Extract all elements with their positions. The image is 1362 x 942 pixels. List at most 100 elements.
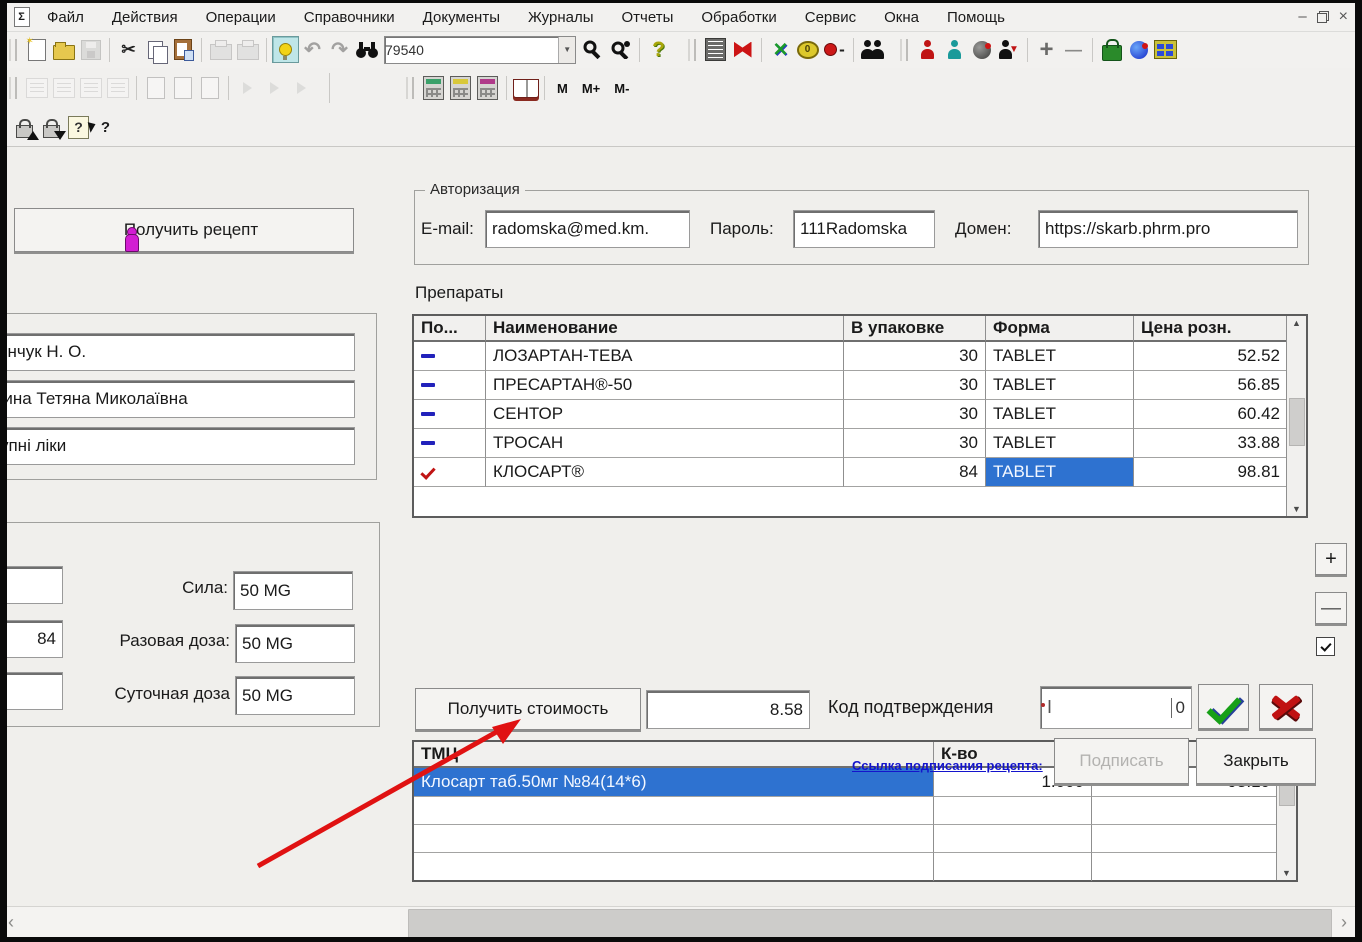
close-form-button[interactable]: Закрыть [1196, 738, 1316, 784]
scroll-thumb[interactable] [1289, 398, 1305, 446]
save-icon[interactable] [77, 36, 104, 63]
sign-recipe-link[interactable]: Ссылка подписания рецепта: [852, 758, 1043, 773]
get-recipe-button[interactable]: Получить рецепт [14, 208, 354, 252]
close-button[interactable]: × [1339, 8, 1348, 26]
table-icon[interactable] [702, 36, 729, 63]
document-icon-3[interactable] [196, 75, 223, 102]
horizontal-scrollbar[interactable]: ‹ › [0, 906, 1355, 938]
minimize-button[interactable]: – [1298, 8, 1306, 26]
program-field[interactable]: тупні ліки [0, 427, 355, 465]
people-icon[interactable] [859, 36, 886, 63]
memory-button[interactable]: M [550, 77, 575, 100]
drug-row-selected[interactable]: КЛОСАРТ® 84 TABLET 98.81 [414, 458, 1287, 487]
butterfly-icon[interactable] [729, 36, 756, 63]
book-icon[interactable] [512, 75, 539, 102]
paste-icon[interactable] [169, 36, 196, 63]
confirm-code-input[interactable]: I 0 [1040, 686, 1192, 729]
document-icon-1[interactable] [142, 75, 169, 102]
structure-icon-4[interactable] [104, 75, 131, 102]
single-dose-field[interactable]: 50 MG [235, 624, 355, 663]
col-pack[interactable]: В упаковке [844, 316, 986, 342]
menu-directories[interactable]: Справочники [302, 6, 397, 29]
red-dot-minus-icon[interactable]: - [821, 36, 848, 63]
context-help-icon[interactable]: ? [92, 114, 119, 141]
green-lock-icon[interactable] [1098, 36, 1125, 63]
cost-field[interactable]: 8.58 [646, 690, 810, 729]
memory-minus-button[interactable]: M- [607, 77, 636, 100]
menu-documents[interactable]: Документы [421, 6, 502, 29]
tmc-remove-button[interactable]: — [1315, 592, 1347, 624]
toolbar-grip[interactable] [9, 77, 17, 99]
open-folder-icon[interactable] [50, 36, 77, 63]
menu-windows[interactable]: Окна [882, 6, 921, 29]
print-preview-icon[interactable] [234, 36, 261, 63]
coin-icon[interactable]: 0 [794, 36, 821, 63]
help-icon[interactable]: ? [645, 36, 672, 63]
tmc-add-button[interactable]: + [1315, 543, 1347, 575]
new-document-icon[interactable]: ✶ [23, 36, 50, 63]
drug-row[interactable]: ТРОСАН 30 TABLET 33.88 [414, 429, 1287, 458]
run-step-icon[interactable] [261, 75, 288, 102]
find-icon[interactable] [353, 36, 380, 63]
scroll-up-icon[interactable]: ▲ [1292, 316, 1301, 330]
find-person-icon[interactable] [607, 36, 634, 63]
redo-icon[interactable]: ↷ [326, 36, 353, 63]
menu-reports[interactable]: Отчеты [620, 6, 676, 29]
scroll-right-icon[interactable]: › [1333, 907, 1355, 938]
confirm-cancel-button[interactable] [1259, 684, 1313, 729]
cut-icon[interactable]: ✂ [115, 36, 142, 63]
daily-dose-field[interactable]: 50 MG [235, 676, 355, 715]
menu-actions[interactable]: Действия [110, 6, 180, 29]
copy-icon[interactable] [142, 36, 169, 63]
calculator-search-icon[interactable] [474, 75, 501, 102]
structure-icon-3[interactable] [77, 75, 104, 102]
lamp-icon[interactable] [272, 36, 299, 63]
col-form[interactable]: Форма [986, 316, 1134, 342]
dose-aux-field-1[interactable] [0, 566, 63, 604]
search-input[interactable] [385, 42, 558, 58]
plus-icon[interactable]: + [1033, 36, 1060, 63]
blue-sphere-icon[interactable] [1125, 36, 1152, 63]
search-combobox[interactable]: ▼ [384, 36, 576, 64]
person-teal-icon[interactable] [941, 36, 968, 63]
structure-icon-2[interactable] [50, 75, 77, 102]
drug-row[interactable]: ЛОЗАРТАН-ТЕВА 30 TABLET 52.52 [414, 342, 1287, 371]
calculator-formula-icon[interactable] [447, 75, 474, 102]
password-field[interactable] [793, 210, 935, 248]
green-cross-icon[interactable]: × [767, 36, 794, 63]
strength-field[interactable]: 50 MG [233, 571, 353, 610]
unlock-icon[interactable] [11, 114, 38, 141]
menu-help[interactable]: Помощь [945, 6, 1007, 29]
scroll-thumb[interactable] [408, 909, 1332, 938]
lock-icon[interactable] [38, 114, 65, 141]
find-next-icon[interactable] [580, 36, 607, 63]
domain-field[interactable] [1038, 210, 1298, 248]
tmc-checkbox[interactable] [1316, 637, 1335, 656]
card-file-icon[interactable] [1152, 36, 1179, 63]
person-red-icon[interactable] [914, 36, 941, 63]
structure-icon-1[interactable] [23, 75, 50, 102]
globe-icon[interactable] [968, 36, 995, 63]
menu-journals[interactable]: Журналы [526, 6, 596, 29]
drug-row[interactable]: СЕНТОР 30 TABLET 60.42 [414, 400, 1287, 429]
menu-processing[interactable]: Обработки [699, 6, 778, 29]
patient-field[interactable]: жина Тетяна Миколаївна [0, 380, 355, 418]
dose-aux-field-2[interactable] [0, 672, 63, 710]
doctor-field[interactable]: мінчук Н. О. [0, 333, 355, 371]
restore-button[interactable] [1317, 11, 1329, 23]
toolbar-grip[interactable] [9, 39, 17, 61]
menu-service[interactable]: Сервис [803, 6, 858, 29]
run-doc-icon[interactable] [288, 75, 315, 102]
calculator-icon[interactable] [420, 75, 447, 102]
pack-count-field[interactable]: 84 [0, 620, 63, 658]
print-icon[interactable] [207, 36, 234, 63]
tmc-empty-row[interactable] [414, 797, 1277, 825]
run-icon[interactable] [234, 75, 261, 102]
col-name[interactable]: Наименование [486, 316, 844, 342]
col-mark[interactable]: По... [414, 316, 486, 342]
sign-button[interactable]: Подписать [1054, 738, 1189, 784]
col-price[interactable]: Цена розн. [1134, 316, 1287, 342]
minus-icon[interactable]: — [1060, 36, 1087, 63]
menu-operations[interactable]: Операции [204, 6, 278, 29]
tmc-empty-row[interactable] [414, 825, 1277, 853]
